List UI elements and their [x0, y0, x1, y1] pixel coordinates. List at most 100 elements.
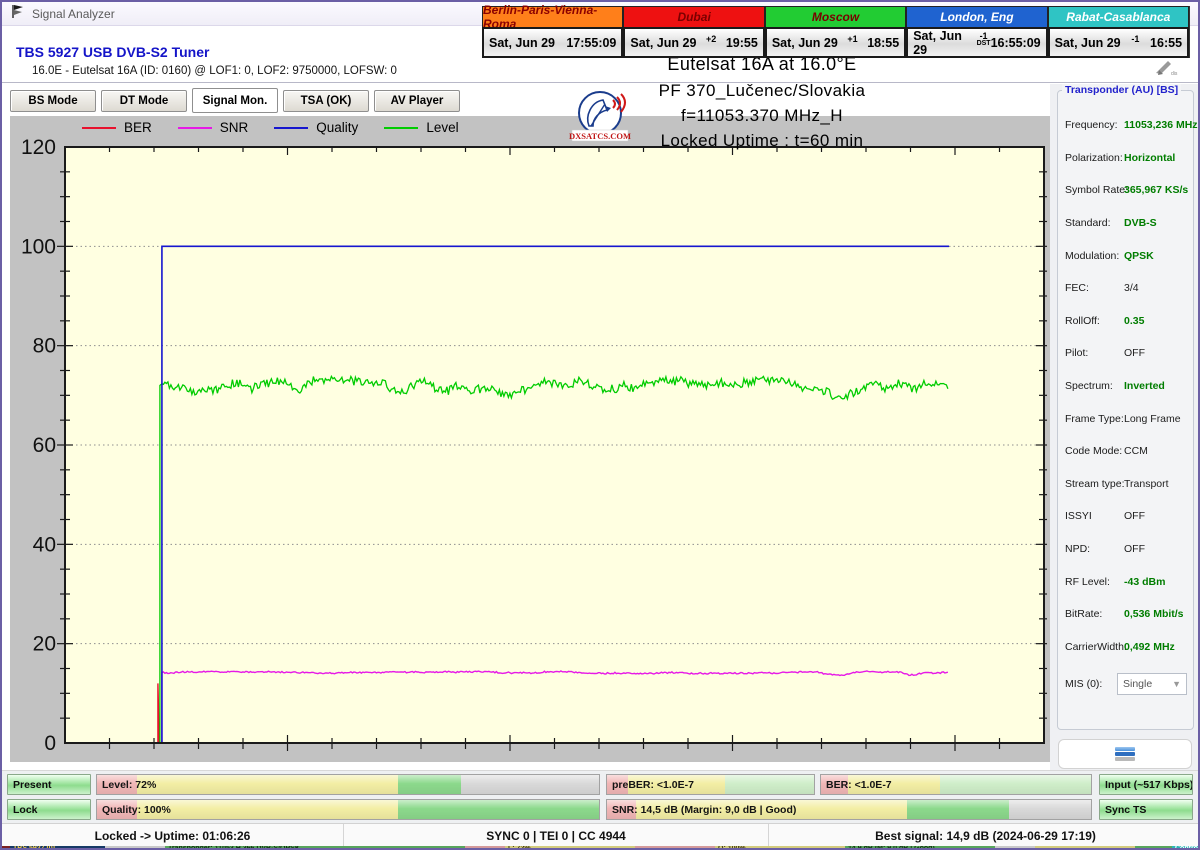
clock-date: Sat, Jun 29: [630, 36, 696, 50]
clock-time: 17:55:09: [566, 36, 616, 50]
transponder-row: Standard: DVB-S: [1065, 207, 1193, 240]
legend-dash: [384, 127, 418, 129]
clock-date: Sat, Jun 29: [489, 36, 555, 50]
transponder-row: Pilot: OFF: [1065, 337, 1193, 370]
transponder-row: Stream type: Transport: [1065, 468, 1193, 501]
sliver-segment: Q: 100%: [715, 846, 845, 850]
clock-time: 16:55: [1150, 36, 1182, 50]
signal-analyzer-window: Signal Analyzer TBS 5927 USB DVB-S2 Tune…: [0, 0, 1200, 850]
clock-time-cell: Sat, Jun 29-1 16:55: [1048, 27, 1189, 58]
statusbar-sync: SYNC 0 | TEI 0 | CC 4944: [344, 824, 769, 847]
clock-time: 18:55: [867, 36, 899, 50]
tp-value: OFF: [1124, 510, 1145, 522]
mis-dropdown[interactable]: Single ▼: [1117, 673, 1187, 695]
clock-offset: +2: [706, 36, 716, 43]
legend-dash: [82, 127, 116, 129]
transponder-row: Symbol Rate: 365,967 KS/s: [1065, 174, 1193, 207]
tp-value: 3/4: [1124, 282, 1139, 294]
transponder-row: RollOff: 0.35: [1065, 305, 1193, 338]
tp-value: CCM: [1124, 445, 1148, 457]
quality-meter: Quality: 100%: [96, 799, 600, 820]
legend-label: SNR: [220, 120, 249, 135]
clock-time-cell: Sat, Jun 29-1DST 16:55:09: [906, 27, 1047, 58]
clock-city: London, Eng: [906, 6, 1047, 27]
svg-text:dis: dis: [1171, 71, 1178, 77]
tab-tsa[interactable]: TSA (OK): [283, 90, 369, 112]
tp-label: CarrierWidth:: [1065, 641, 1124, 653]
clock-time-cell: Sat, Jun 29 17:55:09: [482, 27, 623, 58]
tab-dt-mode[interactable]: DT Mode: [101, 90, 187, 112]
signal-chart: 020406080100120: [10, 116, 1050, 762]
legend-item-ber: BER: [82, 120, 152, 135]
clock-offset: -1DST: [977, 33, 991, 47]
statusbar-uptime: Locked -> Uptime: 01:06:26: [2, 824, 344, 847]
transponder-row: BitRate: 0,536 Mbit/s: [1065, 598, 1193, 631]
window-title: Signal Analyzer: [32, 7, 115, 21]
world-clock-2: Dubai Sat, Jun 29+2 19:55: [623, 6, 764, 58]
status-bar: Locked -> Uptime: 01:06:26 SYNC 0 | TEI …: [2, 823, 1200, 847]
tuner-details: 16.0E - Eutelsat 16A (ID: 0160) @ LOF1: …: [32, 65, 397, 77]
clock-offset: -1: [1131, 36, 1139, 43]
clock-date: Sat, Jun 29: [913, 29, 976, 57]
meter-label: Quality: 100%: [102, 804, 171, 816]
clock-date: Sat, Jun 29: [772, 36, 838, 50]
server-icon: [1115, 747, 1135, 761]
tp-label: Pilot:: [1065, 347, 1124, 359]
tab-signal-mon[interactable]: Signal Mon.: [192, 88, 278, 113]
tp-value: Transport: [1124, 478, 1169, 490]
transponder-panel-title: Transponder (AU) [BS]: [1062, 84, 1181, 96]
svg-text:0: 0: [44, 732, 56, 755]
meter-label: preBER: <1.0E-7: [612, 779, 694, 791]
clock-time-cell: Sat, Jun 29+2 19:55: [623, 27, 764, 58]
sliver-segment: [105, 846, 165, 850]
tuner-name: TBS 5927 USB DVB-S2 Tuner: [16, 44, 397, 60]
statusbar-best-signal: Best signal: 14,9 dB (2024-06-29 17:19): [769, 824, 1200, 847]
svg-text:120: 120: [21, 136, 56, 159]
tab-av-player[interactable]: AV Player: [374, 90, 460, 112]
legend-label: Level: [426, 120, 458, 135]
tp-value: Inverted: [1124, 380, 1165, 392]
sliver-segment: 14,9 dB (M: 9,0 dB | Good): [845, 846, 995, 850]
world-clock-5: Rabat-Casablanca Sat, Jun 29-1 16:55: [1048, 6, 1189, 58]
transponder-row: CarrierWidth: 0,492 MHz: [1065, 631, 1193, 664]
chevron-down-icon: ▼: [1172, 679, 1181, 689]
clock-time: 16:55:09: [991, 36, 1041, 50]
transponder-row: NPD: OFF: [1065, 533, 1193, 566]
tp-value: -43 dBm: [1124, 576, 1165, 588]
tp-label: Spectrum:: [1065, 380, 1124, 392]
tp-label: RollOff:: [1065, 315, 1124, 327]
clock-widget-logo-icon: dis: [1154, 59, 1180, 82]
sliver-segment: [465, 846, 505, 850]
sliver-segment: [995, 846, 1035, 850]
svg-text:DXSATCS.COM: DXSATCS.COM: [569, 131, 631, 141]
stream-list-button[interactable]: [1058, 739, 1192, 769]
transponder-row: Frequency: 11053,236 MHz: [1065, 109, 1193, 142]
sliver-segment: [1035, 846, 1135, 850]
tp-label: RF Level:: [1065, 576, 1124, 588]
tp-value: Horizontal: [1124, 152, 1175, 164]
sliver-segment: [1135, 846, 1172, 850]
tp-label: NPD:: [1065, 543, 1124, 555]
tp-label: Modulation:: [1065, 250, 1124, 262]
mis-value: Single: [1123, 678, 1152, 690]
world-clocks-panel: Berlin-Paris-Vienna-Roma Sat, Jun 29 17:…: [482, 6, 1190, 58]
tp-value: 11053,236 MHz: [1124, 119, 1198, 131]
tp-label: Polarization:: [1065, 152, 1124, 164]
tp-value: 0,536 Mbit/s: [1124, 608, 1184, 620]
transponder-row: Spectrum: Inverted: [1065, 370, 1193, 403]
tp-value: 365,967 KS/s: [1124, 184, 1188, 196]
tp-value: DVB-S: [1124, 217, 1157, 229]
svg-text:100: 100: [21, 235, 56, 258]
tp-label: Code Mode:: [1065, 445, 1124, 457]
sliver-segment: Transponder: 11053 H 366 DVB-S/QPSK: [165, 846, 465, 850]
mis-label: MIS (0):: [1065, 678, 1117, 690]
clock-time-cell: Sat, Jun 29+1 18:55: [765, 27, 906, 58]
preber-meter: preBER: <1.0E-7: [606, 774, 815, 795]
snr-meter: SNR: 14,5 dB (Margin: 9,0 dB | Good): [606, 799, 1092, 820]
meter-label: SNR: 14,5 dB (Margin: 9,0 dB | Good): [612, 804, 796, 816]
legend-dash: [178, 127, 212, 129]
transponder-panel: Transponder (AU) [BS] Frequency: 11053,2…: [1057, 90, 1194, 730]
sliver-segment: [635, 846, 715, 850]
tp-label: Symbol Rate:: [1065, 184, 1124, 196]
tab-bs-mode[interactable]: BS Mode: [10, 90, 96, 112]
